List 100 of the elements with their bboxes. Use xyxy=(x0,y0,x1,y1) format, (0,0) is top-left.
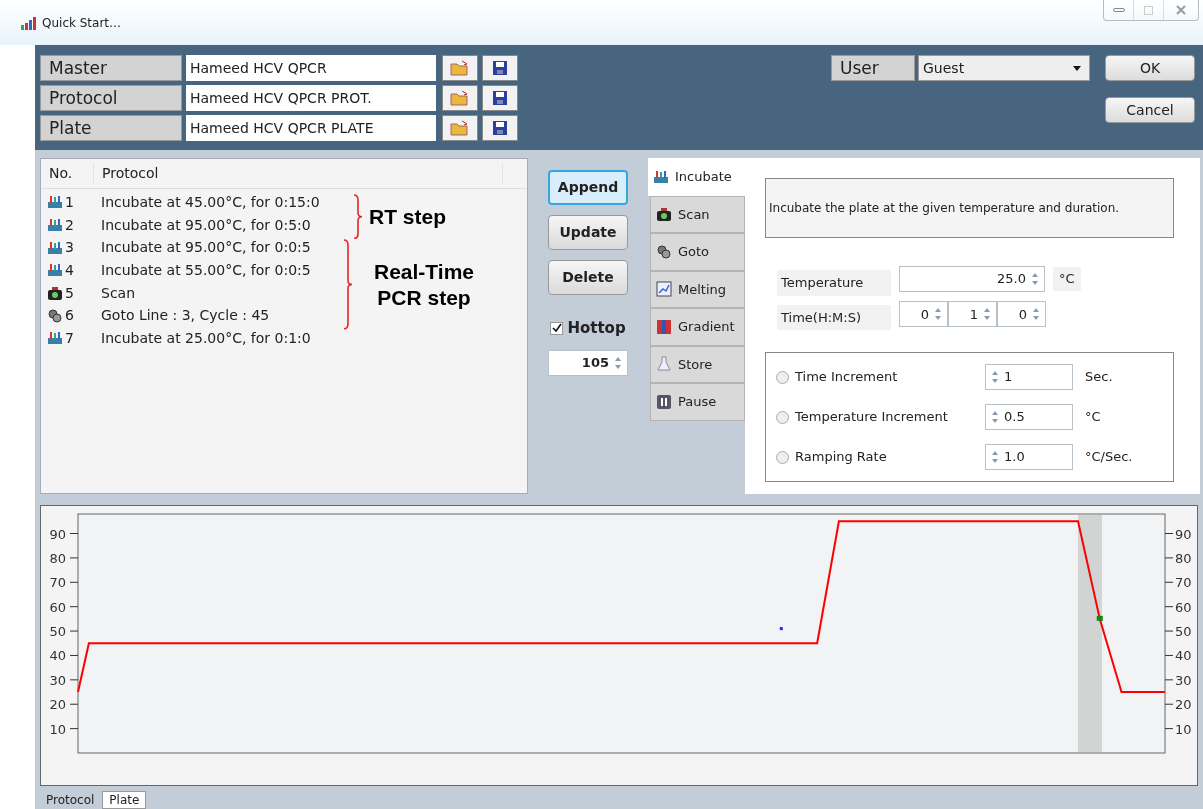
file-name-field[interactable]: Hameed HCV QPCR xyxy=(186,55,436,81)
field-label: Plate xyxy=(40,115,182,141)
folder-icon xyxy=(450,90,470,106)
time-field[interactable]: 1 xyxy=(948,301,997,328)
protocol-row[interactable]: 3 Incubate at 95.00°C, for 0:0:5 xyxy=(41,236,311,260)
radio-button[interactable] xyxy=(776,450,789,464)
y-tick-label: 70 xyxy=(1175,575,1192,591)
bottom-tab[interactable]: Plate xyxy=(102,791,147,809)
time-field[interactable]: 0 xyxy=(997,301,1046,328)
y-tick-label: 20 xyxy=(1175,697,1192,713)
y-tick-label: 30 xyxy=(49,673,66,689)
field-label: User xyxy=(831,55,915,81)
step-tab[interactable]: Pause xyxy=(650,383,745,421)
action-button[interactable]: Delete xyxy=(548,260,628,295)
step-tab[interactable]: Incubate xyxy=(648,158,745,196)
step-number: 2 xyxy=(65,215,74,235)
column-header: Protocol xyxy=(93,163,503,184)
flask-icon xyxy=(656,356,672,373)
step-number: 1 xyxy=(65,192,74,212)
file-name-field[interactable]: Hameed HCV QPCR PLATE xyxy=(186,115,436,141)
dropdown-caret-icon xyxy=(1073,65,1081,71)
protocol-row[interactable]: 2 Incubate at 95.00°C, for 0:5:0 xyxy=(41,213,311,237)
step-description: Incubate at 95.00°C, for 0:0:5 xyxy=(100,238,311,258)
file-name-field[interactable]: Hameed HCV QPCR PROT. xyxy=(186,85,436,111)
hottop-temperature-field[interactable]: 105 xyxy=(548,349,628,376)
striped-square-icon xyxy=(656,318,672,335)
protocol-row[interactable]: 7 Incubate at 25.00°C, for 0:1:0 xyxy=(41,327,311,350)
point-marker xyxy=(1096,616,1103,622)
y-tick-label: 60 xyxy=(1175,600,1192,616)
field-label: Protocol xyxy=(40,85,182,111)
unit-label: °C xyxy=(1085,408,1101,427)
column-header: No. xyxy=(48,164,74,183)
tube-rack-icon xyxy=(653,168,669,185)
y-tick-label: 90 xyxy=(1175,527,1192,542)
camera-icon xyxy=(47,285,63,302)
description-box: Incubate the plate at the given temperature and duration. xyxy=(765,178,1174,238)
temperature-field[interactable]: 25.0 xyxy=(899,265,1045,292)
user-dropdown[interactable]: Guest xyxy=(918,55,1090,81)
hottop-checkbox[interactable]: Hottop xyxy=(550,317,626,340)
step-tab[interactable]: Gradient xyxy=(650,308,745,346)
y-tick-label: 50 xyxy=(49,624,66,640)
step-description: Scan xyxy=(100,283,136,303)
tube-rack-icon xyxy=(47,239,63,256)
annotation-label: Real-Time PCR step xyxy=(373,258,475,311)
point-marker xyxy=(779,627,783,631)
option-value-field[interactable]: 0.5 xyxy=(985,404,1073,430)
step-tab[interactable]: Scan xyxy=(650,195,745,233)
step-number: 7 xyxy=(65,328,74,348)
option-label: Ramping Rate xyxy=(795,448,888,467)
protocol-row[interactable]: 6 Goto Line : 3, Cycle : 45 xyxy=(41,304,270,328)
step-tab[interactable]: Store xyxy=(650,345,745,383)
step-description: Incubate at 55.00°C, for 0:0:5 xyxy=(100,260,311,280)
step-tab[interactable]: Melting xyxy=(650,270,745,308)
camera-icon xyxy=(656,206,672,223)
y-tick-label: 30 xyxy=(1175,673,1192,689)
dialog-button[interactable]: Cancel xyxy=(1105,97,1195,123)
y-tick-label: 80 xyxy=(1175,551,1192,567)
save-button[interactable] xyxy=(482,85,518,111)
annotation-label: RT step xyxy=(369,203,446,230)
field-label: Temperature xyxy=(777,270,891,296)
field-label: Time(H:M:S) xyxy=(777,304,891,330)
step-description: Incubate at 95.00°C, for 0:5:0 xyxy=(100,215,311,235)
dialog-button[interactable]: OK xyxy=(1105,55,1195,81)
tube-rack-icon xyxy=(47,330,63,347)
pause-icon xyxy=(656,393,672,410)
checkmark-icon xyxy=(551,323,562,334)
step-tab[interactable]: Goto xyxy=(650,233,745,271)
y-tick-label: 50 xyxy=(1175,624,1192,640)
save-button[interactable] xyxy=(482,55,518,81)
y-tick-label: 70 xyxy=(49,575,66,591)
time-field[interactable]: 0 xyxy=(899,301,948,328)
option-label: Temperature Increment xyxy=(795,408,949,427)
option-value-field[interactable]: 1 xyxy=(985,364,1073,390)
step-description: Incubate at 45.00°C, for 0:15:0 xyxy=(100,192,320,212)
field-label: Master xyxy=(40,55,182,81)
action-button[interactable]: Append xyxy=(548,170,628,205)
save-button[interactable] xyxy=(482,115,518,141)
tube-rack-icon xyxy=(47,217,63,234)
protocol-row[interactable]: 4 Incubate at 55.00°C, for 0:0:5 xyxy=(41,259,311,282)
step-number: 6 xyxy=(65,306,74,326)
radio-button[interactable] xyxy=(776,370,789,384)
step-number: 4 xyxy=(65,260,74,280)
close-icon xyxy=(1176,5,1186,15)
protocol-row[interactable]: 5 Scan xyxy=(41,281,136,305)
tube-rack-icon xyxy=(47,262,63,279)
step-number: 3 xyxy=(65,238,74,258)
action-button[interactable]: Update xyxy=(548,215,628,250)
step-description: Incubate at 25.00°C, for 0:1:0 xyxy=(100,328,311,348)
y-tick-label: 20 xyxy=(49,697,66,713)
unit-label: °C/Sec. xyxy=(1085,448,1133,467)
protocol-row[interactable]: 1 Incubate at 45.00°C, for 0:15:0 xyxy=(41,191,320,214)
y-tick-label: 80 xyxy=(49,551,66,567)
line-chart-icon xyxy=(656,281,672,298)
y-tick-label: 60 xyxy=(49,600,66,616)
radio-button[interactable] xyxy=(776,410,789,424)
window-title: Quick Start… xyxy=(42,14,122,32)
bar-chart-icon xyxy=(20,15,38,30)
option-value-field[interactable]: 1.0 xyxy=(985,444,1073,470)
y-tick-label: 90 xyxy=(49,527,66,542)
option-label: Time Increment xyxy=(795,368,899,387)
